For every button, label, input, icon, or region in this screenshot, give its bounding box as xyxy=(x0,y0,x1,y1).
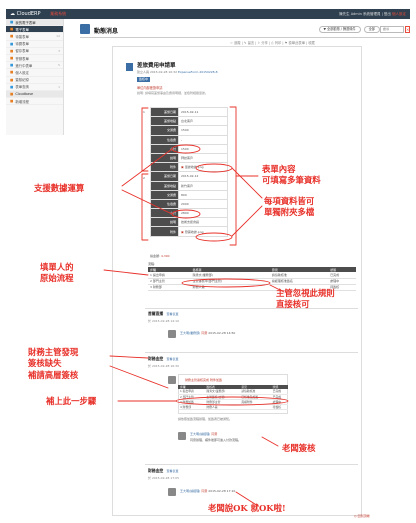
arrow-calc-2 xyxy=(121,189,173,215)
annotation-added-step: 補上此一步驟 xyxy=(46,396,97,406)
annotation-line: 財務主管發現 xyxy=(28,347,79,357)
bracket-row-2 xyxy=(141,173,149,241)
annotation-form-content: 表單內容 可填寫多筆資料 xyxy=(262,164,321,187)
annotation-line: 主管忽視此規則 xyxy=(276,288,335,298)
annotation-line: 單獨附夾多檔 xyxy=(264,207,315,218)
annotation-line: 表單內容 xyxy=(262,164,296,174)
annotation-boss-ok: 老闆說OK 就OK啦! xyxy=(208,503,286,513)
arrow-missing-sign-2 xyxy=(109,365,169,389)
arrow-boss xyxy=(261,436,279,447)
annotation-line: 原始流程 xyxy=(40,273,74,284)
circle-process-row xyxy=(181,278,271,288)
annotation-manager-skip: 主管忽視此規則 直接核可 xyxy=(276,288,335,311)
arrow-missing-sign xyxy=(109,355,149,359)
arrow-attach-2 xyxy=(231,205,263,237)
annotation-boss-sign: 老闆簽核 xyxy=(282,443,316,453)
annotation-calculation: 支援數據運算 xyxy=(34,183,85,193)
annotation-finance-found: 財務主管發現 簽核缺失 補請高層簽核 xyxy=(28,347,78,381)
bracket-form xyxy=(229,106,237,246)
circle-attach-2 xyxy=(195,232,233,242)
annotation-line: 可填寫多筆資料 xyxy=(262,175,321,186)
arrow-original-flow xyxy=(103,269,149,276)
circle-attach-1 xyxy=(195,163,233,173)
arrow-calc-1 xyxy=(121,148,173,187)
screenshot-frame: ☁ CloudERP 業務系統 陳先生 Admin 系統管理員 | 登出 個人設… xyxy=(0,0,416,523)
circle-added-step xyxy=(175,396,289,406)
circle-subtotal-2 xyxy=(171,209,201,219)
annotation-line: 簽核缺失 xyxy=(28,358,62,369)
annotation-original-flow: 填單人的 原始流程 xyxy=(40,262,74,285)
annotation-line: 填單人的 xyxy=(40,262,74,272)
annotation-line: 補請高層簽核 xyxy=(28,369,79,380)
bracket-row-1 xyxy=(141,107,149,172)
annotation-attachments: 每項資料皆可 單獨附夾多檔 xyxy=(264,196,314,219)
arrow-attach-1 xyxy=(231,167,263,199)
annotation-line: 直接核可 xyxy=(276,299,310,310)
circle-subtotal-1 xyxy=(171,144,201,154)
annotation-line: 每項資料皆可 xyxy=(264,196,315,206)
